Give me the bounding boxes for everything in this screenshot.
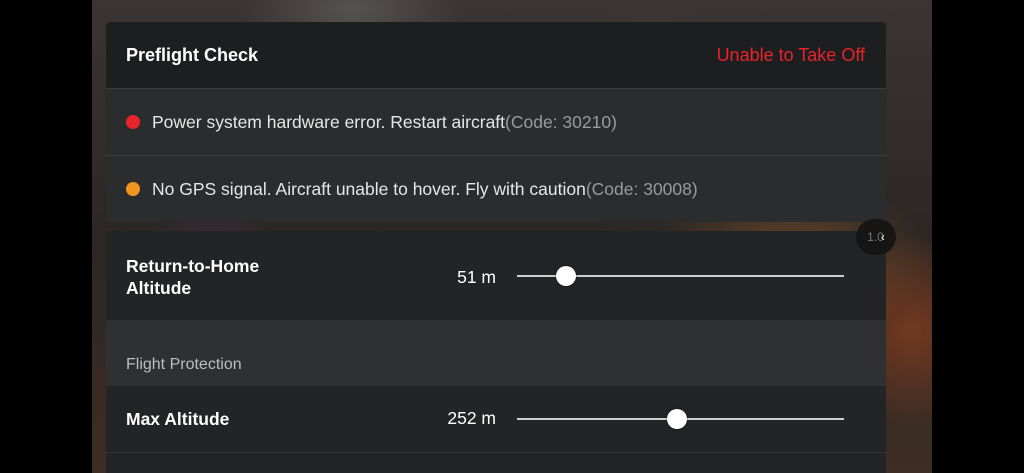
error-dot-icon <box>126 115 140 129</box>
rth-altitude-value: 51 m <box>457 267 496 287</box>
chevron-left-icon: ‹ <box>880 230 885 244</box>
warning-row-power-system[interactable]: Power system hardware error. Restart air… <box>106 88 886 155</box>
warning-code: (Code: 30008) <box>585 178 698 199</box>
warning-message: No GPS signal. Aircraft unable to hover.… <box>152 178 586 199</box>
max-altitude-label: Max Altitude <box>126 409 230 429</box>
rth-altitude-slider[interactable] <box>517 266 844 286</box>
preflight-check-panel: Preflight Check Unable to Take Off Power… <box>106 22 886 222</box>
max-altitude-value: 252 m <box>447 408 496 428</box>
rth-altitude-label: Return-to-Home Altitude <box>126 256 260 298</box>
warning-dot-icon <box>126 182 140 196</box>
flight-settings-panel: Return-to-Home Altitude 51 m Flight Prot… <box>106 231 886 473</box>
collapse-panel-button[interactable]: 1.0 ‹ <box>856 219 896 255</box>
max-altitude-slider[interactable] <box>517 409 844 429</box>
warning-code: (Code: 30210) <box>505 111 617 132</box>
rth-altitude-slider-knob[interactable] <box>556 266 577 286</box>
section-flight-protection: Flight Protection <box>106 320 886 386</box>
preflight-title: Preflight Check <box>126 44 259 65</box>
next-setting-row <box>106 453 886 473</box>
screen: Preflight Check Unable to Take Off Power… <box>0 0 1024 473</box>
max-altitude-row: Max Altitude 252 m <box>106 386 886 453</box>
warning-row-no-gps[interactable]: No GPS signal. Aircraft unable to hover.… <box>106 155 886 222</box>
preflight-header: Preflight Check Unable to Take Off <box>106 22 886 88</box>
rth-altitude-row: Return-to-Home Altitude 51 m <box>106 231 886 320</box>
max-altitude-slider-knob[interactable] <box>667 409 688 429</box>
takeoff-status: Unable to Take Off <box>716 44 865 65</box>
warning-message: Power system hardware error. Restart air… <box>152 111 506 132</box>
